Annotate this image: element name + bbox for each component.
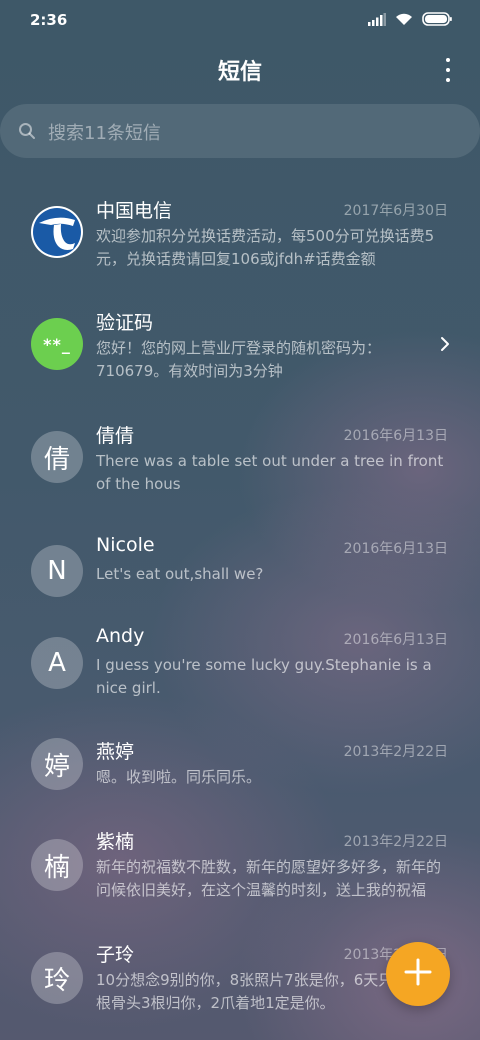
message-date: 2013年2月22日 <box>343 744 448 760</box>
verification-code-avatar: **_ <box>31 318 83 370</box>
more-options-button[interactable] <box>440 56 456 84</box>
contact-name: 倩倩 <box>96 425 135 447</box>
contact-name: 子玲 <box>96 944 135 966</box>
message-date: 2016年6月13日 <box>343 632 448 648</box>
chevron-right-icon <box>440 336 450 356</box>
message-preview: 欢迎参加积分兑换话费活动，每500分可兑换话费5元，兑换话费请回复106或jfd… <box>96 227 435 268</box>
more-vertical-icon-dot <box>446 78 450 82</box>
message-preview: 您好！您的网上营业厅登录的随机密码为：710679。有效时间为3分钟 <box>96 339 382 380</box>
china-telecom-logo-icon <box>31 206 83 258</box>
contact-name: 紫楠 <box>96 831 135 853</box>
message-preview: 新年的祝福数不胜数，新年的愿望好多好多，新年的问候依旧美好，在这个温馨的时刻，送… <box>96 858 442 899</box>
contact-avatar: 婷 <box>31 738 83 790</box>
app-header: 短信 <box>0 48 480 92</box>
contact-name: Nicole <box>96 534 155 556</box>
message-date: 2013年2月22日 <box>343 834 448 850</box>
message-date: 2017年6月30日 <box>343 203 448 219</box>
message-preview: Let's eat out,shall we? <box>96 565 264 583</box>
search-placeholder: 搜索11条短信 <box>48 123 161 144</box>
message-preview: 嗯。收到啦。同乐同乐。 <box>96 768 262 786</box>
conversation-item[interactable]: **_ 验证码 您好！您的网上营业厅登录的随机密码为：710679。有效时间为3… <box>0 291 480 401</box>
contact-avatar: A <box>31 637 83 689</box>
message-preview: There was a table set out under a tree i… <box>96 452 444 493</box>
conversation-item[interactable]: 倩 倩倩 2016年6月13日 There was a table set ou… <box>0 404 480 514</box>
signal-icon <box>368 11 386 30</box>
contact-avatar: 倩 <box>31 431 83 483</box>
new-message-button[interactable] <box>386 942 450 1006</box>
battery-icon <box>422 11 452 30</box>
conversation-item[interactable]: A Andy 2016年6月13日 I guess you're some lu… <box>0 607 480 717</box>
more-vertical-icon-dot <box>446 68 450 72</box>
conversation-item[interactable]: 楠 紫楠 2013年2月22日 新年的祝福数不胜数，新年的愿望好多好多，新年的问… <box>0 810 480 920</box>
conversation-item[interactable]: 中国电信 2017年6月30日 欢迎参加积分兑换话费活动，每500分可兑换话费5… <box>0 178 480 288</box>
message-date: 2016年6月13日 <box>343 541 448 557</box>
plus-icon <box>404 958 432 990</box>
contact-name: 中国电信 <box>96 200 173 222</box>
wifi-icon <box>394 11 414 30</box>
contact-avatar: 玲 <box>31 952 83 1004</box>
page-title: 短信 <box>217 60 262 85</box>
contact-name: 燕婷 <box>96 741 135 763</box>
message-preview: I guess you're some lucky guy.Stephanie … <box>96 656 432 697</box>
status-bar: 2:36 <box>0 0 480 40</box>
contact-avatar: 楠 <box>31 839 83 891</box>
status-icons <box>368 11 452 30</box>
status-time: 2:36 <box>30 11 68 29</box>
contact-name: Andy <box>96 625 145 647</box>
search-icon <box>18 122 36 144</box>
contact-name: 验证码 <box>96 312 154 334</box>
contact-avatar: N <box>31 545 83 597</box>
message-date: 2016年6月13日 <box>343 428 448 444</box>
more-vertical-icon-dot <box>446 58 450 62</box>
search-input[interactable]: 搜索11条短信 <box>0 104 480 158</box>
